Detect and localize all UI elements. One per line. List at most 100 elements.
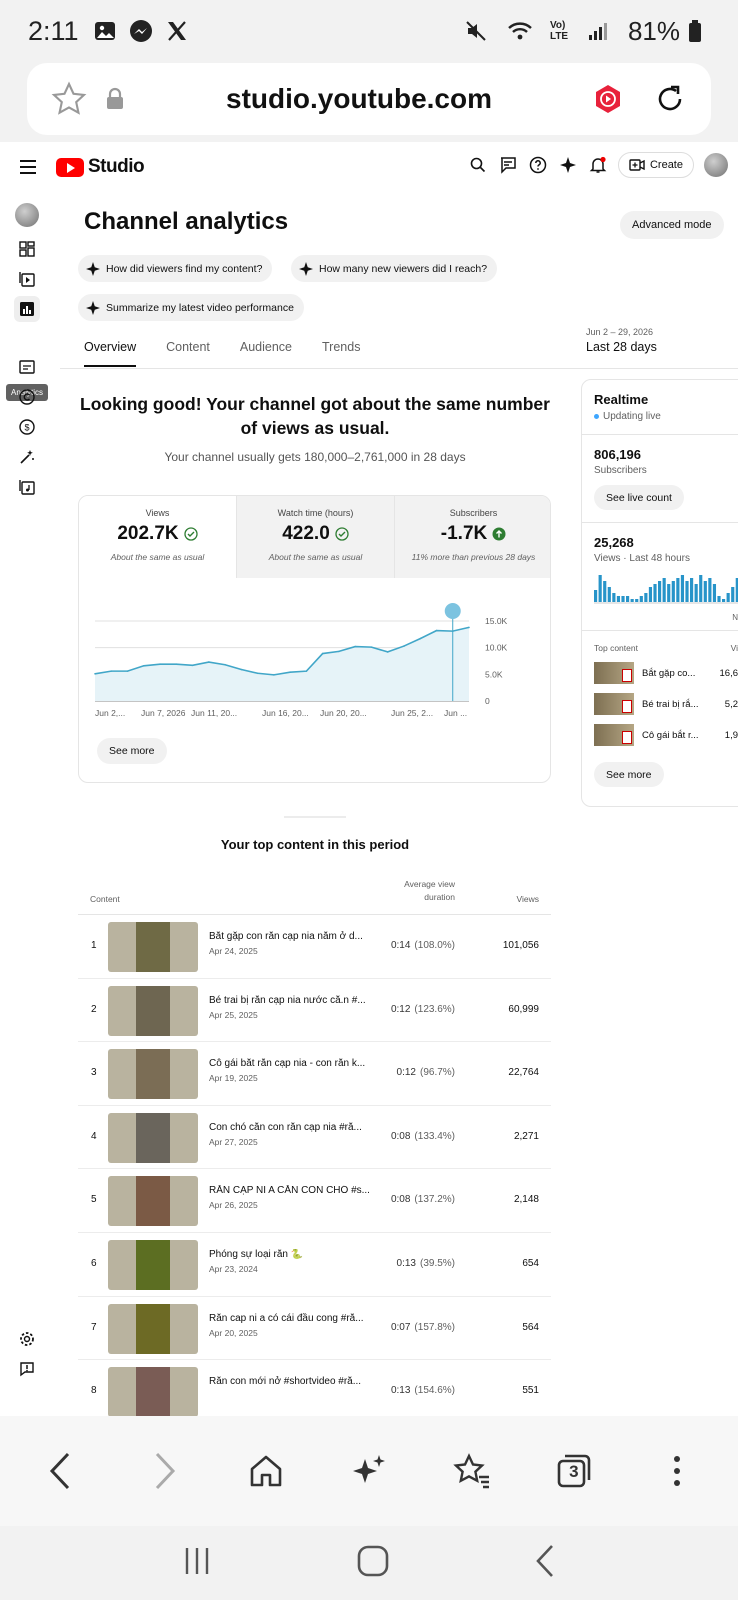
video-thumbnail[interactable] — [108, 1303, 198, 1354]
realtime-top-item[interactable]: Bắt gặp co... 16,6 — [594, 662, 738, 684]
ai-sparkle-icon[interactable] — [345, 1447, 393, 1495]
lock-icon[interactable] — [105, 87, 125, 111]
battery-percent: 81% — [627, 15, 680, 46]
video-add-icon — [629, 159, 645, 171]
video-thumbnail[interactable] — [108, 1367, 198, 1416]
suggestion-chip-summary[interactable]: Summarize my latest video performance — [78, 294, 304, 321]
table-row[interactable]: 4 Con chó cắn con rắn cạp nia #rắ... Apr 2… — [78, 1106, 551, 1170]
back-icon[interactable] — [37, 1447, 85, 1495]
see-more-button[interactable]: See more — [97, 738, 167, 764]
bookmark-star-icon[interactable] — [51, 81, 91, 117]
metric-views[interactable]: Views 202.7K About the same as usual — [79, 496, 237, 578]
recent-apps-icon[interactable] — [182, 1546, 212, 1581]
realtime-top-title: Bắt gặp co... — [642, 667, 696, 679]
metric-watch-time[interactable]: Watch time (hours) 422.0 About the same … — [237, 496, 395, 578]
table-header: Content Average view duration Views — [78, 875, 551, 915]
forward-icon[interactable] — [140, 1447, 188, 1495]
realtime-bars-chart — [594, 575, 738, 604]
tab-audience[interactable]: Audience — [240, 340, 292, 367]
realtime-top-item[interactable]: Bé trai bị rắ... 5,2 — [594, 693, 738, 715]
video-title[interactable]: Bé trai bị rắn cạp nia nước cắ.n #... — [209, 995, 371, 1006]
table-row[interactable]: 3 Cô gái bắt rắn cạp nia - con rắn k... Ap… — [78, 1042, 551, 1106]
notifications-icon[interactable] — [588, 155, 608, 175]
video-thumbnail[interactable] — [108, 1112, 198, 1163]
video-thumbnail[interactable] — [108, 1049, 198, 1100]
tab-content[interactable]: Content — [166, 340, 210, 367]
video-date: Apr 20, 2025 — [209, 1327, 258, 1338]
video-views: 564 — [522, 1321, 539, 1333]
studio-logo[interactable]: Studio — [56, 156, 145, 178]
video-thumbnail[interactable] — [108, 922, 198, 972]
realtime-see-more-button[interactable]: See more — [594, 762, 664, 787]
feedback-icon[interactable] — [498, 155, 518, 175]
suggestion-chip-traffic[interactable]: How did viewers find my content? — [78, 255, 273, 282]
data-point — [435, 629, 438, 632]
address-bar[interactable]: studio.youtube.com — [27, 63, 711, 135]
audio-library-icon[interactable] — [14, 474, 40, 500]
realtime-axis-label: N — [732, 613, 738, 622]
menu-icon[interactable] — [20, 160, 36, 174]
content-icon[interactable] — [14, 266, 40, 292]
tab-overview[interactable]: Overview — [84, 340, 137, 367]
video-title[interactable]: Cô gái bắt rắn cạp nia - con rắn k... — [209, 1058, 371, 1069]
video-title[interactable]: Phóng sự loại rắn 🐍 — [209, 1249, 371, 1260]
table-row[interactable]: 6 Phóng sự loại rắn 🐍 Apr 23, 2024 0:13 (39.… — [78, 1233, 551, 1297]
subtitles-icon[interactable] — [14, 354, 40, 380]
views-chart-svg: 15.0K 10.0K 5.0K 0 Jun 2,... Jun 7, 2026 Jun 1… — [94, 603, 508, 718]
table-row[interactable]: 5 RẮN CẠP NI A CẮN CON CHÓ #s... Apr 26, 2… — [78, 1169, 551, 1233]
video-title[interactable]: Rắn cap ni a có cái đầu cong #rắ... — [209, 1313, 371, 1324]
tab-trends[interactable]: Trends — [322, 340, 360, 367]
realtime-top-item[interactable]: Cô gái bắt r... 1,9 — [594, 724, 738, 746]
copyright-icon[interactable] — [14, 384, 40, 410]
earn-icon[interactable]: $ — [14, 414, 40, 440]
create-button[interactable]: Create — [617, 152, 694, 178]
dashboard-icon[interactable] — [14, 236, 40, 262]
table-row[interactable]: 1 Bắt gặp con rắn cạp nia nằm ở d... Apr 2… — [78, 915, 551, 979]
tabs-icon[interactable]: 3 — [550, 1447, 598, 1495]
realtime-bar — [616, 596, 621, 602]
analytics-icon[interactable] — [14, 296, 40, 322]
x-icon — [163, 17, 191, 45]
data-point — [126, 670, 129, 672]
upload-marker-icon — [444, 603, 461, 619]
video-thumbnail — [594, 724, 634, 746]
video-title[interactable]: Rắn con mới nở #shortvideo #rắ... — [209, 1376, 371, 1387]
reload-icon[interactable] — [653, 82, 687, 116]
data-point — [240, 668, 243, 671]
video-thumbnail[interactable] — [108, 1176, 198, 1227]
home-icon[interactable] — [242, 1447, 290, 1495]
sparkle-icon[interactable] — [558, 155, 578, 175]
help-icon[interactable] — [528, 155, 548, 175]
advanced-mode-button[interactable]: Advanced mode — [620, 211, 724, 239]
table-row[interactable]: 2 Bé trai bị rắn cạp nia nước cắ.n #... Ap… — [78, 979, 551, 1043]
top-content-table: Content Average view duration Views 1 Bắt … — [78, 875, 551, 1416]
more-options-icon[interactable] — [653, 1447, 701, 1495]
table-row[interactable]: 7 Rắn cap ni a có cái đầu cong #rắ... Apr … — [78, 1297, 551, 1361]
y-tick-label: 5.0K — [485, 669, 503, 679]
customization-icon[interactable] — [14, 444, 40, 470]
home-button-icon[interactable] — [357, 1545, 389, 1582]
settings-icon[interactable] — [14, 1326, 40, 1352]
metric-subscribers[interactable]: Subscribers -1.7K 11% more than previous… — [395, 496, 550, 578]
video-thumbnail[interactable] — [108, 1239, 198, 1290]
video-title[interactable]: Con chó cắn con rắn cạp nia #rắ... — [209, 1122, 371, 1133]
send-feedback-icon[interactable] — [14, 1356, 40, 1382]
video-title[interactable]: RẮN CẠP NI A CẮN CON CHÓ #s... — [209, 1185, 371, 1196]
bookmarks-icon[interactable] — [448, 1447, 496, 1495]
realtime-bar — [603, 581, 607, 602]
account-avatar[interactable] — [704, 153, 728, 177]
channel-avatar[interactable] — [14, 202, 40, 228]
date-range-selector[interactable]: Jun 2 – 29, 2026 Last 28 days — [586, 327, 657, 354]
video-title[interactable]: Bắt gặp con rắn cạp nia nằm ở d... — [209, 931, 371, 942]
suggestion-chip-new-viewers[interactable]: How many new viewers did I reach? — [291, 255, 498, 282]
youtube-extension-icon[interactable] — [593, 84, 623, 114]
url-text[interactable]: studio.youtube.com — [125, 83, 593, 115]
data-point — [159, 663, 161, 665]
search-icon[interactable] — [468, 155, 488, 175]
avd-percent: (133.4%) — [414, 1130, 455, 1142]
system-back-icon[interactable] — [534, 1544, 556, 1583]
table-row[interactable]: 8 Rắn con mới nở #shortvideo #rắ... 0:13 (1… — [78, 1360, 551, 1416]
see-live-count-button[interactable]: See live count — [594, 485, 684, 510]
realtime-views-value: 25,268 — [594, 535, 634, 550]
video-thumbnail[interactable] — [108, 985, 198, 1036]
